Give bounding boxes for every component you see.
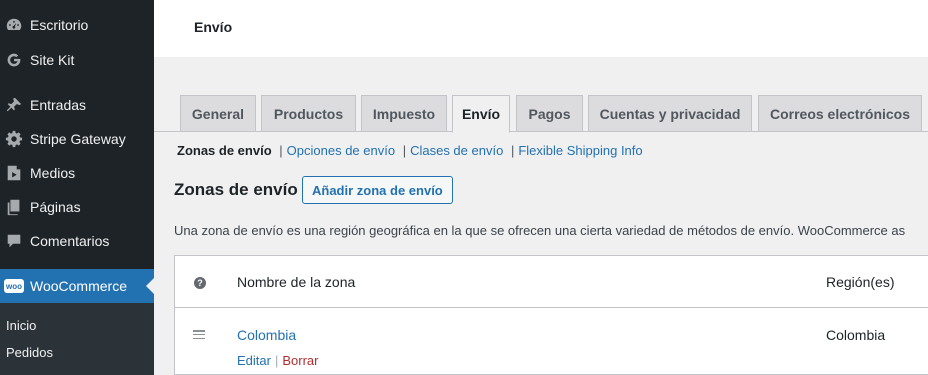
subnav-zonas-envio[interactable]: Zonas de envío [177, 143, 272, 158]
table-header: ? Nombre de la zona Región(es) [175, 256, 928, 308]
drag-handle-icon[interactable] [193, 330, 205, 339]
tab-impuesto[interactable]: Impuesto [361, 95, 447, 132]
page-title: Envío [194, 19, 233, 35]
gear-icon [2, 130, 26, 148]
column-header-regions: Región(es) [826, 274, 895, 290]
section-title: Zonas de envío [174, 180, 298, 199]
comment-icon [2, 232, 26, 250]
tab-correos[interactable]: Correos electrónicos [758, 95, 922, 132]
subnav-flexible-shipping-info[interactable]: Flexible Shipping Info [518, 143, 642, 158]
sidebar-item-paginas[interactable]: Páginas [0, 190, 154, 224]
sidebar-item-label: Stripe Gateway [30, 131, 126, 147]
settings-tabs: General Productos Impuesto Envío Pagos C… [154, 95, 928, 133]
sidebar-item-label: WooCommerce [30, 278, 127, 294]
submenu-item-inicio[interactable]: Inicio [6, 318, 36, 333]
row-actions: Editar | Borrar [237, 353, 318, 368]
submenu-item-pedidos[interactable]: Pedidos [6, 345, 53, 360]
tab-pagos[interactable]: Pagos [516, 95, 583, 132]
tab-general[interactable]: General [180, 95, 256, 132]
sidebar-item-comentarios[interactable]: Comentarios [0, 224, 154, 258]
sidebar-item-site-kit[interactable]: Site Kit [0, 43, 154, 77]
sidebar-item-escritorio[interactable]: Escritorio [0, 8, 154, 42]
subnav-opciones-envio[interactable]: Opciones de envío [287, 143, 395, 158]
woo-logo-text: woo [4, 279, 24, 293]
subnav-separator: | [402, 143, 407, 158]
dashboard-icon [2, 16, 26, 34]
page-header: Envío [154, 0, 928, 57]
woocommerce-submenu: Inicio Pedidos [0, 303, 154, 375]
admin-sidebar: Escritorio Site Kit Entradas Stripe Gate… [0, 0, 154, 375]
sidebar-item-label: Entradas [30, 97, 87, 113]
tab-envio[interactable]: Envío [452, 95, 510, 133]
shipping-zones-table: ? Nombre de la zona Región(es) Colombia … [174, 255, 928, 375]
sidebar-item-label: Comentarios [30, 233, 110, 249]
sidebar-item-label: Páginas [30, 199, 81, 215]
pages-icon [2, 198, 26, 216]
sidebar-item-woocommerce[interactable]: woo WooCommerce [0, 269, 154, 303]
section-description: Una zona de envío es una región geográfi… [174, 223, 906, 238]
zone-region: Colombia [826, 327, 886, 343]
sidebar-item-stripe-gateway[interactable]: Stripe Gateway [0, 122, 154, 156]
sidebar-item-label: Medios [30, 165, 76, 181]
sidebar-item-label: Escritorio [30, 17, 89, 33]
subnav-separator: | [279, 143, 283, 158]
pin-icon [2, 96, 26, 114]
sidebar-item-medios[interactable]: Medios [0, 156, 154, 190]
subnav-clases-envio[interactable]: Clases de envío [410, 143, 503, 158]
row-action-separator: | [274, 353, 279, 368]
subnav-separator: | [510, 143, 515, 158]
column-header-zone-name: Nombre de la zona [237, 274, 356, 290]
sidebar-item-label: Site Kit [30, 52, 75, 68]
help-icon[interactable]: ? [194, 277, 206, 289]
sidebar-item-entradas[interactable]: Entradas [0, 88, 154, 122]
tab-cuentas-privacidad[interactable]: Cuentas y privacidad [588, 95, 752, 132]
shipping-subnav: Zonas de envío | Opciones de envío | Clase… [177, 143, 643, 158]
delete-zone-link[interactable]: Borrar [282, 353, 318, 368]
edit-zone-link[interactable]: Editar [237, 353, 271, 368]
zone-name-link[interactable]: Colombia [237, 327, 296, 343]
google-g-icon [2, 52, 26, 68]
add-shipping-zone-button[interactable]: Añadir zona de envío [302, 176, 453, 204]
media-icon [2, 164, 26, 182]
tab-productos[interactable]: Productos [261, 95, 356, 132]
woo-icon: woo [2, 279, 26, 293]
